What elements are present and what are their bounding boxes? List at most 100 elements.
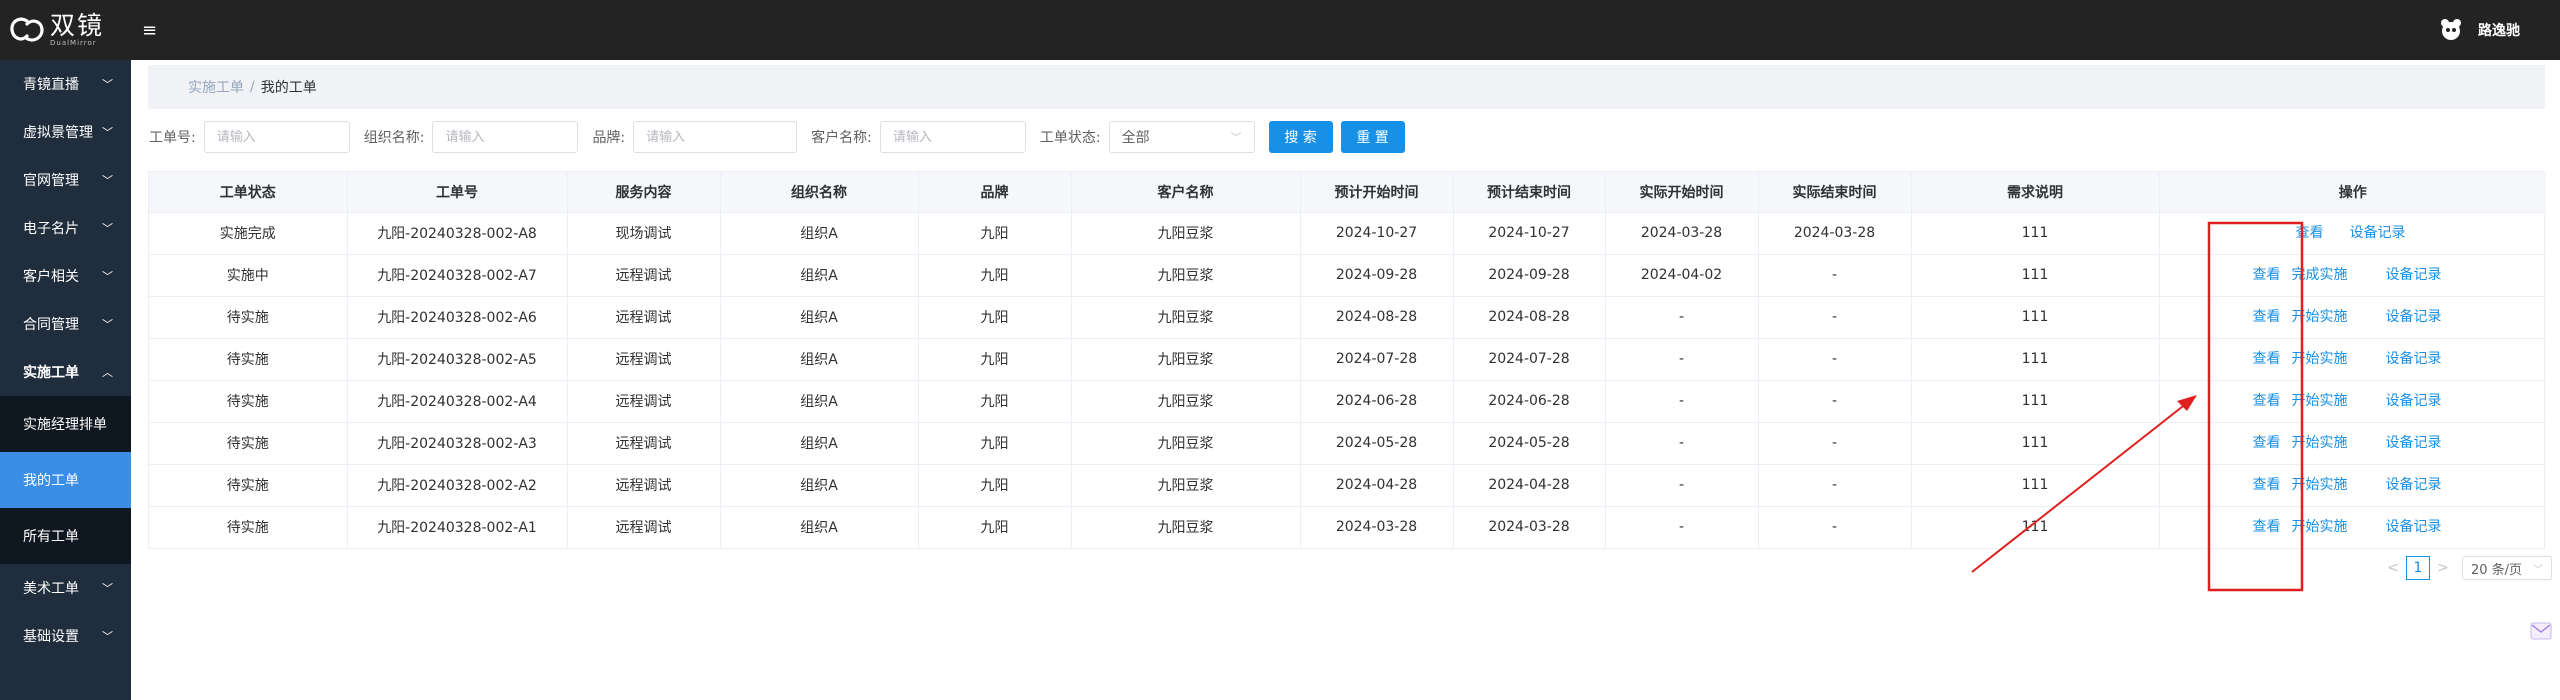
sidebar-item-label: 虚拟景管理	[23, 125, 93, 141]
device-records-link[interactable]: 设备记录	[2386, 381, 2442, 422]
sidebar-item-basic-settings[interactable]: 基础设置 ﹀	[0, 612, 131, 660]
pagination: < 1 > 20 条/页 ﹀	[2384, 556, 2552, 580]
sidebar-item-manager-scheduling[interactable]: 实施经理排单	[0, 396, 131, 452]
sidebar-item-all-orders[interactable]: 所有工单	[0, 508, 131, 564]
table-cell: 远程调试	[567, 296, 721, 339]
breadcrumb-separator: /	[250, 79, 255, 95]
status-select[interactable]: 全部 ﹀	[1108, 121, 1255, 153]
org-name-input[interactable]	[432, 121, 579, 153]
device-records-link[interactable]: 设备记录	[2386, 465, 2442, 506]
column-header: 客户名称	[1071, 172, 1301, 213]
table-cell: 2024-07-28	[1453, 338, 1606, 381]
status-label: 工单状态:	[1039, 130, 1101, 146]
sidebar-item-business-card[interactable]: 电子名片 ﹀	[0, 204, 131, 252]
menu-toggle-icon[interactable]: ≡	[142, 20, 157, 41]
start-implementation-link[interactable]: 开始实施	[2292, 507, 2348, 548]
view-link[interactable]: 查看	[2253, 507, 2281, 548]
sidebar-item-website[interactable]: 官网管理 ﹀	[0, 156, 131, 204]
actions-group: 查看 设备记录	[2160, 213, 2547, 254]
table-cell: 2024-03-28	[1300, 506, 1454, 548]
order-no-input[interactable]	[203, 121, 350, 153]
view-link[interactable]: 查看	[2253, 465, 2281, 506]
sidebar-item-customer[interactable]: 客户相关 ﹀	[0, 252, 131, 300]
table-cell: 待实施	[149, 296, 348, 339]
sidebar: 青镜直播 ﹀ 虚拟景管理 ﹀ 官网管理 ﹀ 电子名片 ﹀ 客户相关 ﹀ 合同管理…	[0, 60, 131, 700]
device-records-link[interactable]: 设备记录	[2386, 507, 2442, 548]
table-cell: 九阳豆浆	[1071, 380, 1301, 423]
sidebar-item-label: 客户相关	[23, 269, 79, 285]
chevron-down-icon: ﹀	[102, 270, 113, 283]
device-records-link[interactable]: 设备记录	[2386, 297, 2442, 338]
view-link[interactable]: 查看	[2253, 339, 2281, 380]
sidebar-item-contract[interactable]: 合同管理 ﹀	[0, 300, 131, 348]
device-records-link[interactable]: 设备记录	[2386, 423, 2442, 464]
table-cell: 2024-05-28	[1453, 422, 1606, 465]
logo-icon	[10, 17, 44, 42]
breadcrumb-parent[interactable]: 实施工单	[188, 77, 244, 97]
view-link[interactable]: 查看	[2253, 297, 2281, 338]
actions-group: 查看 开始实施 设备记录	[2160, 339, 2547, 380]
logo[interactable]: 双镜 DualMirror	[10, 13, 130, 47]
brand-input[interactable]	[633, 121, 798, 153]
table-cell: 远程调试	[567, 464, 721, 507]
start-implementation-link[interactable]: 开始实施	[2292, 297, 2348, 338]
sidebar-item-live[interactable]: 青镜直播 ﹀	[0, 60, 131, 108]
table-cell: 远程调试	[567, 338, 721, 381]
table-cell: 九阳	[918, 338, 1072, 381]
start-implementation-link[interactable]: 开始实施	[2292, 381, 2348, 422]
chevron-down-icon: ﹀	[102, 582, 113, 595]
table-cell: 2024-08-28	[1453, 296, 1606, 339]
customer-name-input[interactable]	[879, 121, 1026, 153]
sidebar-item-implementation-orders[interactable]: 实施工单 ︿	[0, 348, 131, 396]
sidebar-item-label: 所有工单	[23, 529, 79, 545]
user-menu[interactable]: 路逸驰	[2438, 0, 2520, 60]
logo-text: 双镜	[50, 11, 105, 40]
page-size-select[interactable]: 20 条/页 ﹀	[2462, 556, 2552, 580]
actions-cell: 查看 开始实施 设备记录	[2159, 380, 2547, 423]
table-cell: -	[1605, 422, 1759, 465]
start-implementation-link[interactable]: 开始实施	[2292, 423, 2348, 464]
sidebar-item-virtual-scene[interactable]: 虚拟景管理 ﹀	[0, 108, 131, 156]
table-cell: 组织A	[720, 380, 919, 423]
actions-cell: 查看 开始实施 设备记录	[2159, 464, 2546, 507]
mail-icon[interactable]	[2530, 622, 2552, 640]
column-header: 预计结束时间	[1453, 172, 1606, 213]
table-cell: -	[1605, 296, 1759, 339]
avatar	[2441, 19, 2461, 40]
view-link[interactable]: 查看	[2253, 381, 2281, 422]
complete-implementation-link[interactable]: 完成实施	[2292, 255, 2348, 296]
next-page-button[interactable]: >	[2434, 560, 2452, 576]
table-cell: 远程调试	[567, 506, 721, 548]
orders-table: 工单状态 工单号 服务内容 组织名称 品牌 客户名称 预计开始时间 预计结束时间 实际开始时间实…	[148, 171, 2547, 549]
start-implementation-link[interactable]: 开始实施	[2292, 465, 2348, 506]
table-cell: 九阳豆浆	[1071, 296, 1301, 339]
prev-page-button[interactable]: <	[2384, 560, 2402, 576]
device-records-link[interactable]: 设备记录	[2350, 213, 2406, 254]
view-link[interactable]: 查看	[2296, 213, 2324, 254]
table-cell: 实施中	[149, 254, 348, 297]
reset-button[interactable]: 重 置	[1340, 121, 1405, 153]
table-cell: 组织A	[720, 338, 919, 381]
table-cell: 待实施	[149, 422, 348, 465]
table-row: 待实施 九阳-20240328-002-A2 远程调试 组织A 九阳 九阳豆浆 2024-0…	[149, 464, 2546, 507]
view-link[interactable]: 查看	[2253, 255, 2281, 296]
search-button[interactable]: 搜 索	[1268, 121, 1333, 153]
sidebar-item-art-orders[interactable]: 美术工单 ﹀	[0, 564, 131, 612]
table-cell: 2024-03-28	[1605, 212, 1759, 255]
actions-cell: 查看 设备记录	[2159, 212, 2547, 255]
device-records-link[interactable]: 设备记录	[2386, 339, 2442, 380]
column-header: 工单状态	[149, 172, 348, 213]
page-number-button[interactable]: 1	[2406, 556, 2430, 580]
actions-cell: 查看 完成实施 设备记录	[2159, 254, 2546, 297]
view-link[interactable]: 查看	[2253, 423, 2281, 464]
table-cell: 九阳-20240328-002-A1	[347, 506, 568, 548]
table-cell: 2024-06-28	[1300, 380, 1454, 423]
chevron-down-icon: ﹀	[102, 126, 113, 139]
actions-group: 查看 开始实施 设备记录	[2160, 381, 2547, 422]
breadcrumb-current: 我的工单	[260, 80, 317, 96]
sidebar-item-my-orders[interactable]: 我的工单	[0, 452, 131, 508]
sidebar-item-label: 实施经理排单	[23, 417, 107, 433]
device-records-link[interactable]: 设备记录	[2386, 255, 2442, 296]
table-cell: 2024-03-28	[1453, 506, 1606, 548]
start-implementation-link[interactable]: 开始实施	[2292, 339, 2348, 380]
